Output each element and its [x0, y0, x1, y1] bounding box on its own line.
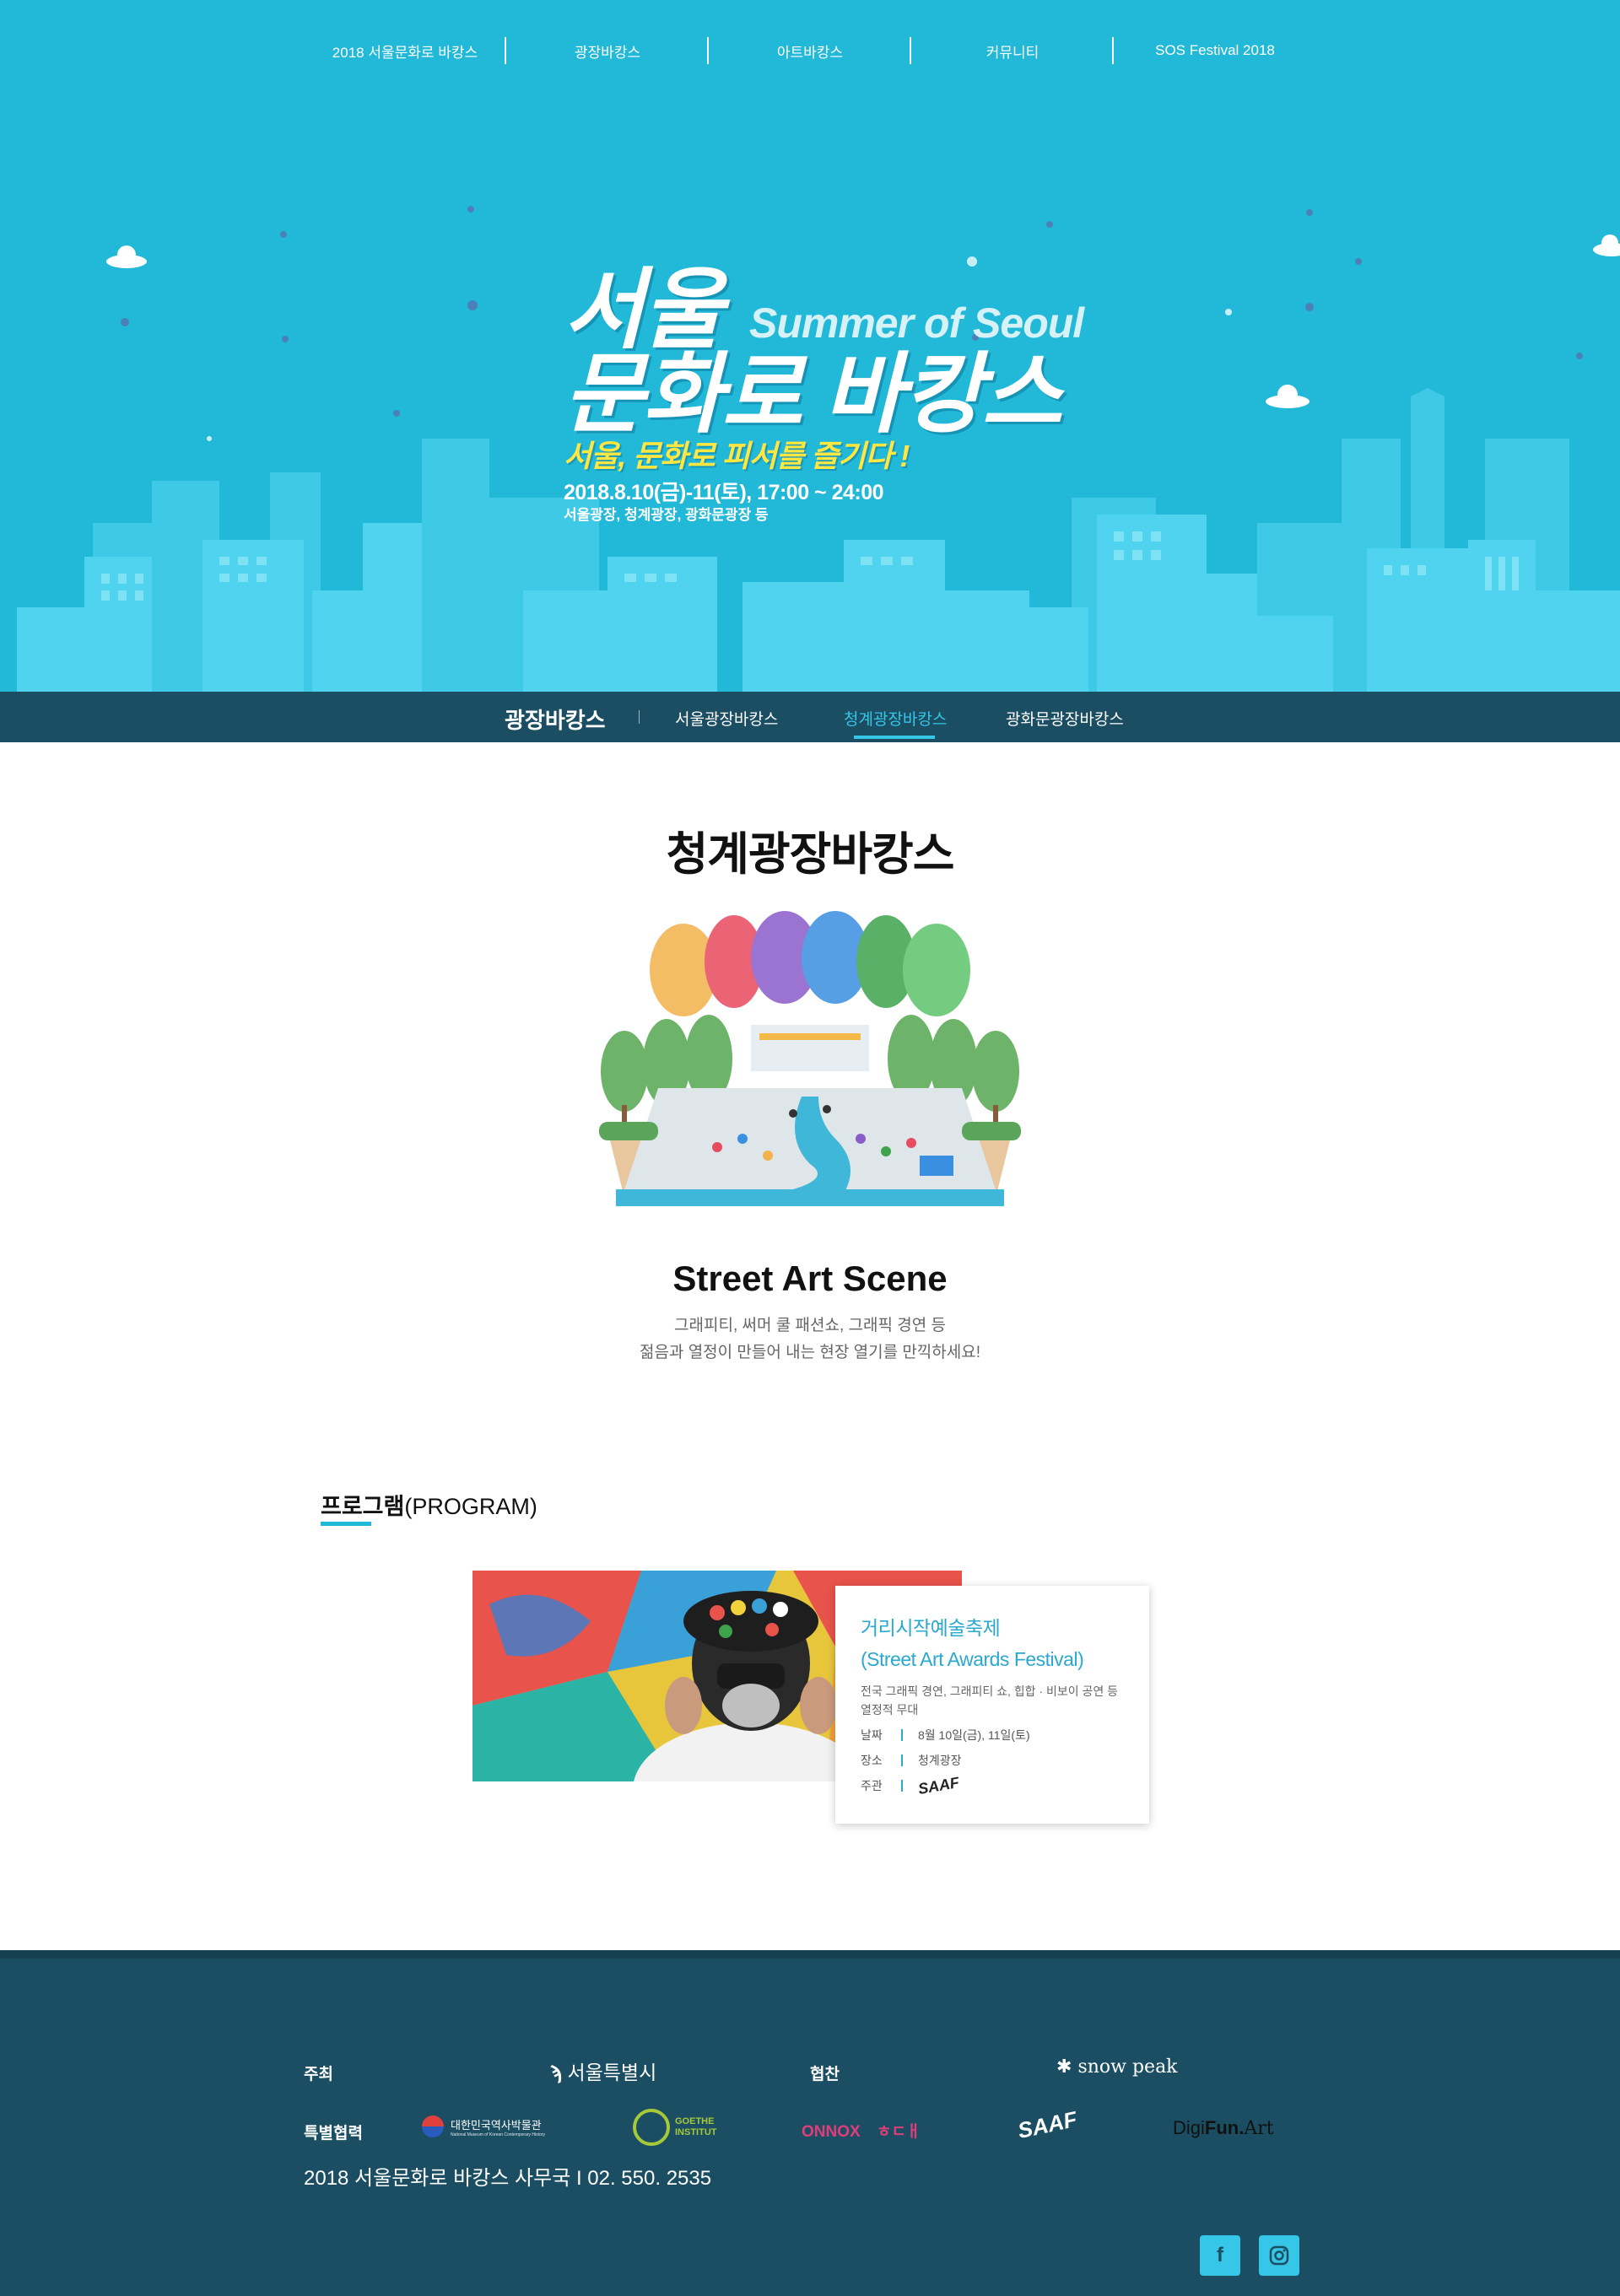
- page-title: 청계광장바캉스: [666, 829, 955, 880]
- top-navigation: 2018 서울문화로 바캉스 광장바캉스 아트바캉스 커뮤니티 SOS Fest…: [304, 34, 1316, 67]
- sponsor-label: 협찬: [810, 2066, 840, 2083]
- digifun-text-3: Art: [1244, 2118, 1274, 2139]
- goethe-circle-icon: [633, 2109, 670, 2146]
- program-heading-ko: 프로그램: [321, 1494, 405, 1519]
- museum-logo-text: 대한민국역사박물관: [451, 2118, 542, 2132]
- program-card-host-row: 주관 SAAF: [861, 1773, 1124, 1797]
- digifun-text-1: Digi: [1173, 2117, 1205, 2138]
- hero-banner: 2018 서울문화로 바캉스 광장바캉스 아트바캉스 커뮤니티 SOS Fest…: [0, 0, 1620, 692]
- red-brand-logo-text-1: ONNOX: [802, 2123, 861, 2141]
- program-card-description: 전국 그래픽 경연, 그래피티 쇼, 힙합 · 비보이 공연 등 열정적 무대: [861, 1684, 1119, 1717]
- special-cooperation-label: 특별협력: [304, 2125, 363, 2142]
- instagram-button[interactable]: [1259, 2235, 1299, 2276]
- program-card: 거리시작예술축제 (Street Art Awards Festival) 전국…: [835, 1586, 1149, 1824]
- program-card-title-en: (Street Art Awards Festival): [861, 1648, 1084, 1670]
- scene-desc-line1: 그래피티, 써머 쿨 패션쇼, 그래픽 경연 등: [674, 1317, 946, 1334]
- date-label: 날짜: [861, 1728, 883, 1742]
- sub-navigation: 광장바캉스 서울광장바캉스 청계광장바캉스 광화문광장바캉스: [0, 692, 1620, 742]
- office-contact: 2018 서울문화로 바캉스 사무국 I 02. 550. 2535: [304, 2167, 712, 2190]
- tab-gwanghwamun-plaza[interactable]: 광화문광장바캉스: [1006, 707, 1124, 730]
- digifun-art-logo: DigiFun.Art: [1173, 2117, 1274, 2139]
- program-card-title-ko: 거리시작예술축제: [861, 1617, 1001, 1639]
- subnav-divider: [639, 710, 640, 724]
- goethe-text-1: GOETHE: [675, 2116, 715, 2126]
- nav-item-community[interactable]: 커뮤니티: [911, 36, 1114, 64]
- program-card-date-row: 날짜 8월 10일(금), 11일(토): [861, 1727, 1124, 1743]
- scene-title: Street Art Scene: [672, 1258, 948, 1298]
- seoul-city-logo: ϡ 서울특별시: [550, 2056, 656, 2085]
- program-heading-en: (PROGRAM): [404, 1494, 537, 1519]
- goethe-text-2: INSTITUT: [675, 2127, 717, 2137]
- hero-title: 서울 문화로 바캉스: [564, 267, 1062, 444]
- program-card-place-row: 장소 청계광장: [861, 1753, 1124, 1768]
- instagram-icon: [1269, 2245, 1289, 2266]
- place-label: 장소: [861, 1754, 883, 1767]
- place-value: 청계광장: [918, 1754, 962, 1767]
- red-brand-logo: ONNOX ㅎㄷㅐ: [802, 2119, 921, 2142]
- seoul-symbol-icon: ϡ: [550, 2062, 563, 2083]
- hero-title-line2: 문화로 바캉스: [564, 346, 1062, 444]
- snow-peak-logo: ✱ snow peak: [1056, 2056, 1178, 2078]
- taegeuk-icon: [422, 2115, 444, 2137]
- subnav-title: 광장바캉스: [505, 708, 606, 733]
- scene-desc-line2: 젊음과 열정이 만들어 내는 현장 열기를 만끽하세요!: [639, 1344, 981, 1361]
- hero-date: 2018.8.10(금)-11(토), 17:00 ~ 24:00: [564, 481, 884, 504]
- nav-item-sos-festival[interactable]: SOS Festival 2018: [1114, 42, 1316, 59]
- museum-logo: 대한민국역사박물관 National Museum of Korean Cont…: [422, 2115, 545, 2137]
- hero-tagline: 서울, 문화로 피서를 즐기다 !: [564, 439, 910, 473]
- facebook-button[interactable]: f: [1200, 2235, 1240, 2276]
- facebook-icon: f: [1217, 2244, 1223, 2266]
- nav-item-plaza-vacance[interactable]: 광장바캉스: [506, 36, 709, 64]
- host-label: 주최: [304, 2066, 333, 2083]
- nav-item-art-vacance[interactable]: 아트바캉스: [709, 36, 911, 64]
- seoul-city-logo-text: 서울특별시: [567, 2062, 657, 2083]
- hero-venue: 서울광장, 청계광장, 광화문광장 등: [564, 507, 769, 523]
- nav-item-seoul-culture-vacance[interactable]: 2018 서울문화로 바캉스: [304, 36, 506, 64]
- row-divider: [901, 1780, 903, 1792]
- red-brand-logo-text-2: ㅎㄷㅐ: [876, 2123, 921, 2141]
- tab-seoul-plaza[interactable]: 서울광장바캉스: [675, 707, 778, 730]
- tab-cheonggye-plaza[interactable]: 청계광장바캉스: [844, 707, 947, 730]
- row-divider: [901, 1729, 903, 1741]
- snow-peak-logo-text: snow peak: [1077, 2056, 1178, 2078]
- program-heading-underline: [321, 1522, 371, 1526]
- goethe-institut-logo: GOETHE INSTITUT: [633, 2109, 717, 2146]
- date-value: 8월 10일(금), 11일(토): [918, 1728, 1030, 1742]
- hero-subtitle-en: Summer of Seoul: [749, 299, 1084, 347]
- cheonggye-plaza-illustration: [599, 911, 1021, 1206]
- snowflake-icon: ✱: [1056, 2056, 1072, 2078]
- museum-logo-text-en: National Museum of Korean Contemporary H…: [451, 2132, 545, 2137]
- row-divider: [901, 1754, 903, 1766]
- digifun-text-2: Fun.: [1204, 2117, 1245, 2138]
- saaf-logo: SAAF: [916, 1773, 961, 1797]
- scene-description: 그래피티, 써머 쿨 패션쇼, 그래픽 경연 등 젊음과 열정이 만들어 내는 …: [0, 1312, 1620, 1366]
- hero-title-line1: 서울: [564, 261, 723, 359]
- program-heading: 프로그램(PROGRAM): [321, 1488, 537, 1521]
- active-tab-indicator: [854, 736, 935, 739]
- host-label: 주관: [861, 1779, 883, 1792]
